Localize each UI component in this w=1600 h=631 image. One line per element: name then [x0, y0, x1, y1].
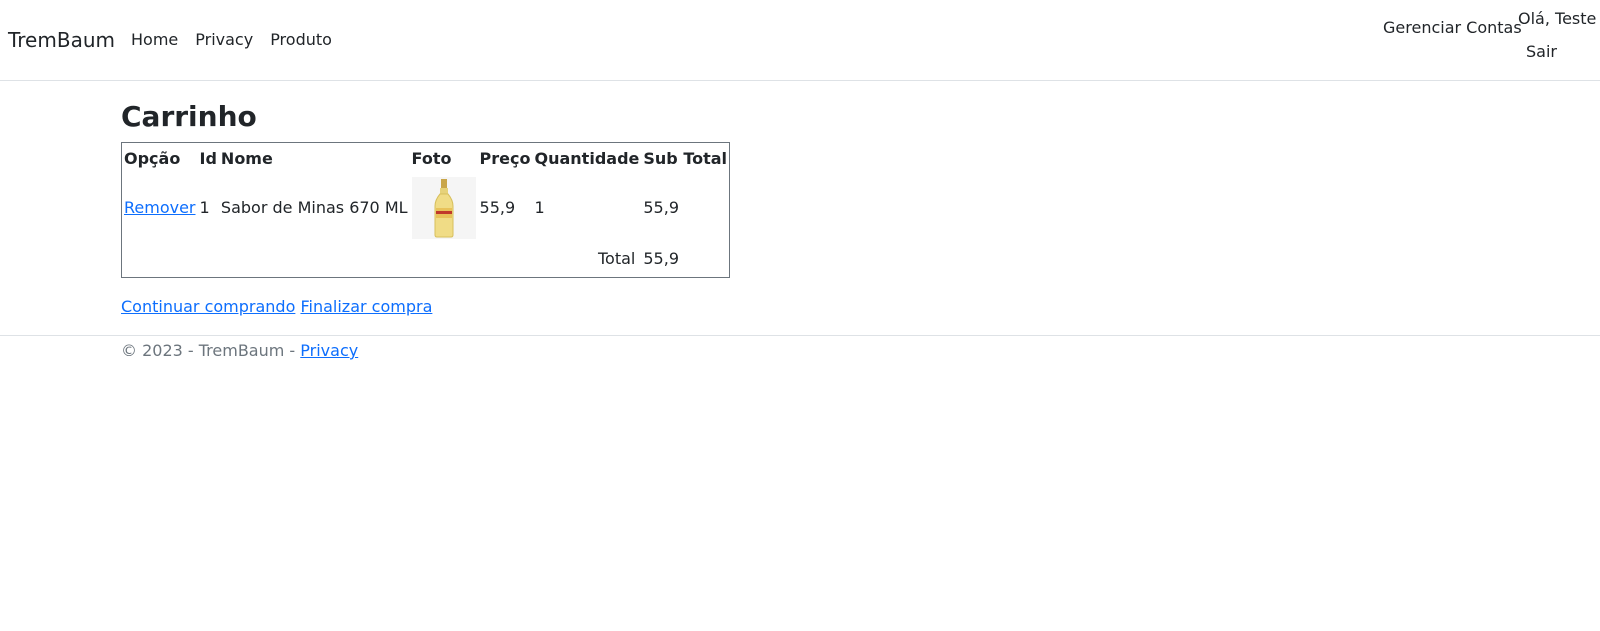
nav-links: Home Privacy Produto	[131, 30, 349, 50]
cell-photo	[410, 175, 478, 241]
cart-actions: Continuar comprando Finalizar compra	[121, 297, 432, 317]
table-header-row: Opção Id Nome Foto Preço Quantidade Sub …	[122, 143, 730, 176]
total-spacer	[219, 241, 410, 278]
table-row: Remover 1 Sabor de Minas 670 ML 55,9 1 5…	[122, 175, 730, 241]
header-id: Id	[199, 149, 217, 168]
copyright-text: © 2023 - TremBaum -	[121, 341, 301, 360]
manage-accounts-link[interactable]: Gerenciar Contas	[1383, 18, 1522, 38]
checkout-link[interactable]: Finalizar compra	[300, 297, 432, 316]
nav-link-home[interactable]: Home	[131, 30, 178, 50]
total-value: 55,9	[643, 249, 679, 268]
nav-link-produto[interactable]: Produto	[270, 30, 332, 50]
header-photo: Foto	[411, 149, 452, 168]
header-option: Opção	[124, 149, 181, 168]
footer: © 2023 - TremBaum - Privacy	[0, 335, 1600, 360]
header-price: Preço	[479, 149, 531, 168]
cell-quantity: 1	[534, 198, 545, 217]
cell-option: Remover	[122, 175, 198, 241]
nav-link-privacy[interactable]: Privacy	[195, 30, 253, 50]
header-quantity: Quantidade	[534, 149, 640, 168]
user-greeting-link[interactable]: Olá, Teste	[1518, 9, 1596, 29]
total-label: Total	[598, 249, 636, 268]
total-spacer	[478, 241, 533, 278]
cell-id: 1	[199, 198, 210, 217]
navbar: TremBaum Home Privacy Produto Gerenciar …	[0, 0, 1600, 81]
cart-table: Opção Id Nome Foto Preço Quantidade Sub …	[121, 142, 731, 278]
cell-name: Sabor de Minas 670 ML	[220, 198, 408, 217]
total-spacer	[198, 241, 219, 278]
footer-privacy-link[interactable]: Privacy	[300, 341, 358, 360]
page-title: Carrinho	[121, 100, 257, 133]
cell-price: 55,9	[479, 198, 516, 217]
product-photo	[411, 177, 476, 239]
continue-shopping-link[interactable]: Continuar comprando	[121, 297, 295, 316]
header-subtotal: Sub Total	[643, 149, 728, 168]
header-name: Nome	[220, 149, 273, 168]
cell-subtotal: 55,9	[643, 198, 679, 217]
logout-button[interactable]: Sair	[1526, 42, 1557, 62]
bottle-icon	[434, 179, 454, 238]
remove-link[interactable]: Remover	[124, 198, 196, 217]
total-spacer	[122, 241, 198, 278]
footer-text: © 2023 - TremBaum - Privacy	[121, 341, 358, 361]
total-row: Total 55,9	[122, 241, 730, 278]
brand-link[interactable]: TremBaum	[8, 28, 115, 52]
total-spacer	[410, 241, 478, 278]
